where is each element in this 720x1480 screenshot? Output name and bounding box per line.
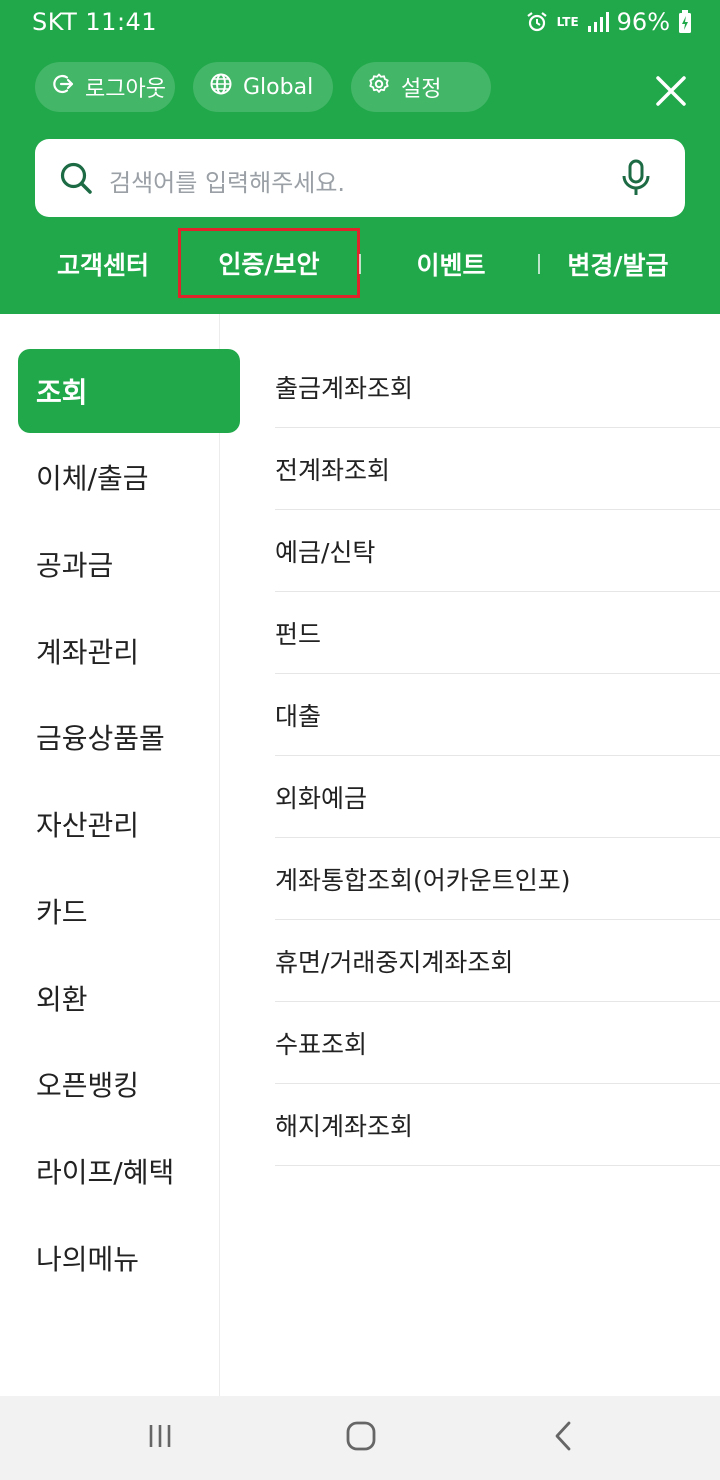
submenu-item[interactable]: 출금계좌조회: [275, 346, 720, 428]
network-type: LTE: [556, 15, 579, 29]
gear-icon: [367, 72, 391, 102]
status-bar: SKT 11:41 LTE 96%: [0, 0, 720, 44]
submenu-item[interactable]: 계좌통합조회(어카운트인포): [275, 838, 720, 920]
category-item-life-benefits[interactable]: 라이프/혜택: [18, 1129, 240, 1213]
settings-button[interactable]: 설정: [351, 62, 491, 112]
status-carrier-time: SKT 11:41: [32, 8, 158, 36]
logout-label: 로그아웃: [85, 77, 166, 102]
quick-tab-customer-center[interactable]: 고객센터: [30, 228, 176, 300]
submenu-item[interactable]: 수표조회: [275, 1002, 720, 1084]
alarm-icon: [525, 10, 549, 34]
recent-apps-button[interactable]: [138, 1416, 182, 1460]
mic-icon[interactable]: [621, 159, 651, 201]
tab-divider: [538, 254, 540, 274]
battery-charging-icon: [678, 10, 692, 34]
category-nav: 조회 이체/출금 공과금 계좌관리 금융상품몰 자산관리 카드 외환 오픈뱅킹 …: [0, 314, 240, 1396]
category-item-transfer[interactable]: 이체/출금: [18, 435, 240, 519]
globe-icon: [209, 72, 233, 102]
submenu-item[interactable]: 해지계좌조회: [275, 1084, 720, 1166]
submenu-item[interactable]: 휴면/거래중지계좌조회: [275, 920, 720, 1002]
close-button[interactable]: [652, 72, 690, 110]
submenu-item[interactable]: 예금/신탁: [275, 510, 720, 592]
header: SKT 11:41 LTE 96% 로그아웃 Global 설정 검색어를 입력…: [0, 0, 720, 314]
submenu-item[interactable]: 대출: [275, 674, 720, 756]
submenu-item[interactable]: 펀드: [275, 592, 720, 674]
submenu-item[interactable]: 전계좌조회: [275, 428, 720, 510]
close-icon: [652, 76, 690, 114]
category-item-asset-mgmt[interactable]: 자산관리: [18, 782, 240, 866]
search-icon[interactable]: [59, 161, 93, 199]
home-button[interactable]: [339, 1416, 383, 1460]
search-input[interactable]: 검색어를 입력해주세요.: [109, 163, 345, 198]
signal-icon: [587, 11, 609, 33]
home-icon: [345, 1420, 377, 1456]
global-label: Global: [243, 74, 314, 100]
category-item-product-mall[interactable]: 금융상품몰: [18, 695, 240, 779]
category-item-account-mgmt[interactable]: 계좌관리: [18, 609, 240, 693]
search-box[interactable]: 검색어를 입력해주세요.: [35, 139, 685, 217]
quick-tab-events[interactable]: 이벤트: [376, 228, 526, 300]
logout-button[interactable]: 로그아웃: [35, 62, 175, 112]
category-item-utility-bills[interactable]: 공과금: [18, 522, 240, 606]
global-button[interactable]: Global: [193, 62, 333, 112]
quick-tab-auth-security[interactable]: 인증/보안: [178, 228, 360, 298]
system-nav-bar: [0, 1396, 720, 1480]
settings-label: 설정: [401, 77, 442, 102]
back-icon: [551, 1420, 577, 1456]
quick-tabs: 고객센터 인증/보안 이벤트 변경/발급: [0, 228, 720, 300]
quick-tab-change-issue[interactable]: 변경/발급: [548, 228, 688, 300]
submenu-list: 출금계좌조회 전계좌조회 예금/신탁 펀드 대출 외화예금 계좌통합조회(어카운…: [275, 346, 720, 1166]
category-item-forex[interactable]: 외환: [18, 956, 240, 1040]
status-indicators: LTE 96%: [525, 8, 692, 36]
recent-apps-icon: [145, 1421, 175, 1455]
tab-divider: [359, 254, 361, 274]
category-item-open-banking[interactable]: 오픈뱅킹: [18, 1042, 240, 1126]
battery-level: 96%: [616, 8, 670, 36]
submenu-item[interactable]: 외화예금: [275, 756, 720, 838]
logout-icon: [51, 72, 75, 102]
category-item-card[interactable]: 카드: [18, 869, 240, 953]
back-button[interactable]: [542, 1416, 586, 1460]
category-item-inquiry[interactable]: 조회: [18, 349, 240, 433]
category-item-my-menu[interactable]: 나의메뉴: [18, 1216, 240, 1300]
